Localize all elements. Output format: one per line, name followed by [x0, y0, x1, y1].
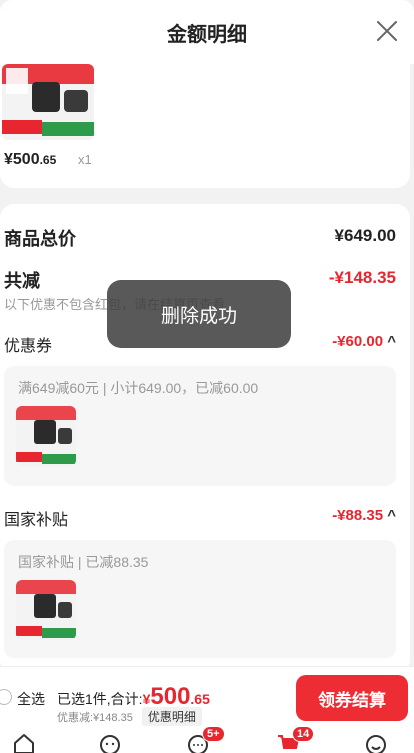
coupon-product-thumbnail[interactable] — [16, 406, 76, 466]
chevron-up-icon: ^ — [387, 333, 396, 350]
discount-summary: 优惠减:¥148.35 优惠明细 — [57, 707, 202, 726]
modal-header: 金额明细 — [0, 0, 414, 64]
coupon-value: -¥60.00 — [332, 333, 384, 350]
product-price: ¥500.65 — [4, 151, 57, 168]
tab-messages[interactable]: 5+ — [186, 726, 225, 753]
subsidy-detail-box: 国家补贴 | 已减88.35 — [4, 540, 396, 658]
total-amount: 500 — [150, 683, 191, 710]
discount-text: 优惠减:¥148.35 — [57, 712, 133, 724]
coupon-detail-box: 满649减60元 | 小计649.00，已减60.00 — [4, 366, 396, 486]
product-quantity: x1 — [78, 152, 92, 167]
profile-icon[interactable] — [364, 732, 388, 753]
product-thumbnail[interactable] — [2, 64, 94, 140]
checkout-button[interactable]: 领券结算 — [296, 675, 408, 721]
coupon-detail-text: 满649减60元 | 小计649.00，已减60.00 — [18, 380, 259, 396]
total-reduce-label: 共减 — [4, 271, 40, 291]
toast-message: 删除成功 — [107, 280, 291, 348]
total-decimal: .65 — [190, 691, 210, 707]
subsidy-value: -¥88.35 — [332, 507, 384, 524]
selected-count-text: 已选1件,合计: — [57, 691, 143, 707]
subsidy-detail-text: 国家补贴 | 已减88.35 — [18, 554, 149, 570]
page-title: 金额明细 — [167, 23, 247, 46]
discount-detail-button[interactable]: 优惠明细 — [141, 707, 202, 726]
checkout-bar: 全选 已选1件,合计:¥500.65 优惠减:¥148.35 优惠明细 领券结算 — [0, 666, 414, 728]
face-icon[interactable] — [98, 732, 122, 753]
total-reduce-value: -¥148.35 — [328, 268, 396, 287]
home-icon[interactable] — [12, 732, 36, 753]
message-badge: 5+ — [202, 726, 225, 742]
tab-cart[interactable]: 14 — [276, 726, 316, 753]
coupon-toggle[interactable]: -¥60.00 ^ — [332, 333, 396, 350]
chevron-up-icon: ^ — [387, 507, 396, 524]
subsidy-product-thumbnail[interactable] — [16, 580, 76, 640]
cart-badge: 14 — [292, 726, 315, 742]
close-icon[interactable] — [374, 18, 400, 44]
select-all-radio[interactable] — [0, 689, 12, 705]
subsidy-toggle[interactable]: -¥88.35 ^ — [332, 507, 396, 524]
bottom-tabbar: 5+ 14 — [0, 726, 414, 753]
total-price-value: ¥649.00 — [334, 226, 396, 245]
subsidy-label: 国家补贴 — [4, 512, 69, 529]
select-all-label[interactable]: 全选 — [17, 689, 45, 709]
coupon-label: 优惠券 — [4, 338, 53, 355]
total-price-label: 商品总价 — [4, 229, 76, 249]
